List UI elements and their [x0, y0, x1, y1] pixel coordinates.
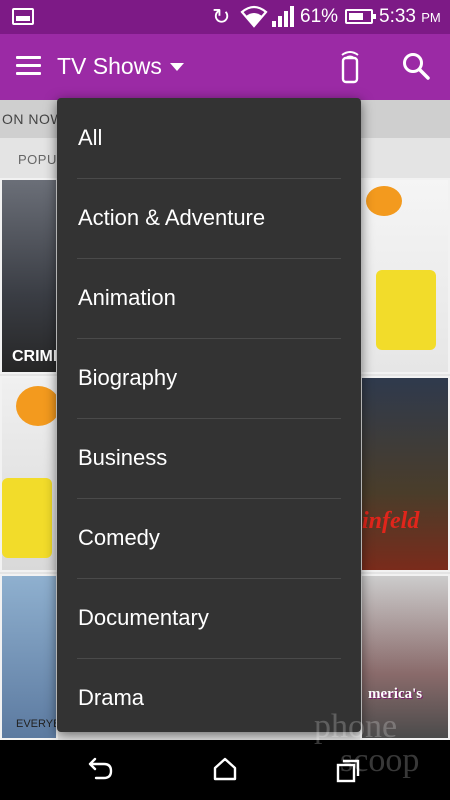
home-icon[interactable]	[211, 755, 239, 783]
nickelodeon-logo	[16, 386, 56, 426]
remote-icon[interactable]	[338, 50, 362, 84]
watermark-line1: phone	[314, 708, 398, 745]
menu-icon[interactable]	[16, 56, 41, 76]
clock-suffix: PM	[421, 10, 441, 25]
back-icon[interactable]	[86, 756, 114, 782]
page-title: TV Shows	[57, 53, 162, 79]
watermark-line2: scoop	[340, 742, 420, 779]
tile-caption: EVERYBOD	[16, 718, 56, 730]
dropdown-item-biography[interactable]: Biography	[57, 338, 361, 418]
chevron-down-icon	[169, 63, 184, 71]
status-bar: ↻ 61% 5:33 PM	[0, 0, 450, 34]
dropdown-item-all[interactable]: All	[57, 98, 361, 178]
dropdown-item-action-adventure[interactable]: Action & Adventure	[57, 178, 361, 258]
dropdown-item-documentary[interactable]: Documentary	[57, 578, 361, 658]
sync-icon: ↻	[212, 4, 231, 29]
dropdown-item-business[interactable]: Business	[57, 418, 361, 498]
spongebob-art	[2, 478, 52, 558]
show-tile[interactable]: CRIMIN	[0, 178, 58, 374]
action-bar: TV Shows	[0, 34, 450, 100]
wifi-icon	[240, 5, 268, 28]
spongebob-art	[376, 270, 436, 350]
show-tile[interactable]: infeld	[360, 376, 450, 572]
watermark-logo: phone scoop	[300, 710, 448, 792]
tile-caption: merica's	[368, 686, 423, 702]
show-tile[interactable]: EVERYBOD	[0, 574, 58, 740]
show-tile[interactable]	[360, 178, 450, 374]
search-icon[interactable]	[402, 52, 430, 80]
category-dropdown: All Action & Adventure Animation Biograp…	[57, 98, 361, 732]
gallery-notification-icon	[12, 8, 34, 25]
category-spinner[interactable]: TV Shows	[57, 52, 184, 80]
tile-caption: CRIMIN	[12, 348, 58, 365]
tile-caption: infeld	[362, 508, 420, 534]
nickelodeon-logo	[366, 186, 402, 216]
signal-icon	[272, 6, 294, 27]
clock-time: 5:33	[379, 6, 416, 27]
show-tile[interactable]	[0, 376, 58, 572]
dropdown-item-comedy[interactable]: Comedy	[57, 498, 361, 578]
clock: 5:33 PM	[379, 6, 441, 29]
tab-on-now[interactable]: ON NOW	[2, 111, 64, 127]
dropdown-item-animation[interactable]: Animation	[57, 258, 361, 338]
battery-icon	[345, 9, 376, 24]
battery-percent: 61%	[300, 6, 339, 27]
